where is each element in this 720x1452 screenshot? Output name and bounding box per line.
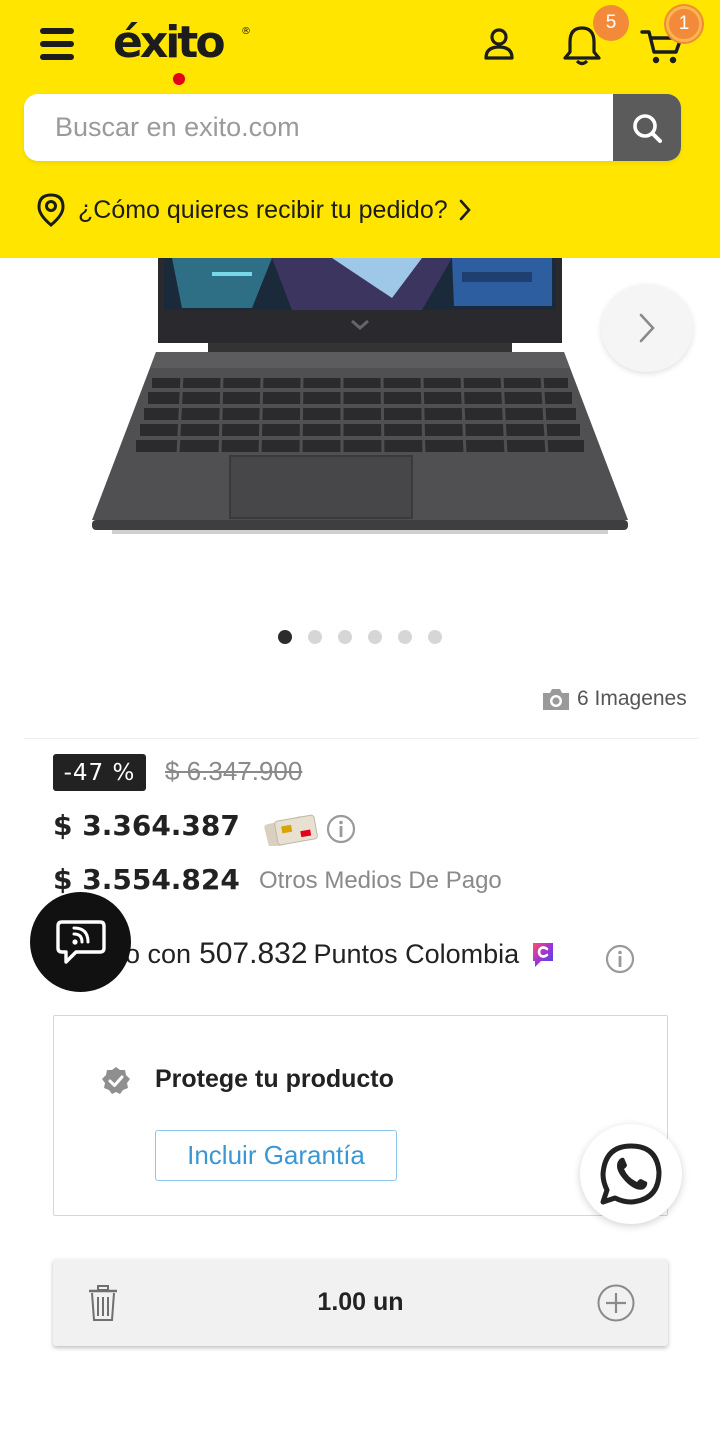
gallery-next-button[interactable] [601,284,693,372]
images-count[interactable]: 6 Imagenes [541,686,687,712]
top-header: éxito ® 5 1 ¿Cómo quieres recibir tu ped… [0,0,720,258]
exito-logo[interactable]: éxito ® [113,12,253,85]
search-bar [24,94,681,161]
section-divider [24,738,698,739]
location-pin-icon [37,193,65,227]
gallery-dot[interactable] [308,630,322,644]
delivery-method-selector[interactable]: ¿Cómo quieres recibir tu pedido? [36,190,472,230]
card-price-info-icon[interactable] [325,813,357,845]
search-icon [633,113,662,143]
discount-badge: -47 % [53,754,146,791]
quantity-stepper: 1.00 un [53,1259,668,1346]
whatsapp-icon [600,1143,662,1205]
search-input[interactable] [24,94,613,161]
user-account-icon[interactable] [481,26,517,62]
points-colombia-price: o con 507.832 Puntos Colombia [125,937,557,971]
warranty-title: Protege tu producto [155,1065,394,1093]
gallery-dot[interactable] [428,630,442,644]
puntos-colombia-logo-icon [533,943,554,967]
chat-support-icon [55,920,106,964]
gallery-dot[interactable] [278,630,292,644]
chevron-right-icon [459,199,471,221]
other-payment-label: Otros Medios De Pago [259,867,502,894]
product-image[interactable] [92,258,628,548]
exito-cards-icon [264,814,318,846]
search-button[interactable] [613,94,681,161]
verified-badge-icon [102,1067,130,1094]
hamburger-menu-icon[interactable] [40,28,76,62]
include-warranty-button[interactable]: Incluir Garantía [155,1130,397,1181]
logo-registered-mark: ® [241,26,251,37]
points-value: 507.832 [199,937,308,970]
points-brand: Puntos Colombia [313,938,520,969]
images-count-label: 6 Imagenes [577,687,687,710]
gallery-dot[interactable] [368,630,382,644]
gallery-dot[interactable] [398,630,412,644]
delivery-label: ¿Cómo quieres recibir tu pedido? [78,195,448,224]
logo-text: éxito [113,17,226,68]
logo-dot [173,73,185,85]
chevron-right-icon [639,313,655,343]
trash-icon[interactable] [87,1284,119,1322]
points-info-icon[interactable] [604,943,636,975]
whatsapp-button[interactable] [580,1124,682,1224]
old-price: $ 6.347.900 [165,756,303,786]
quantity-value: 1.00 un [317,1288,404,1316]
cart-badge: 1 [666,6,702,42]
camera-icon [543,689,569,710]
gallery-dot[interactable] [338,630,352,644]
increase-quantity-icon[interactable] [596,1283,636,1323]
product-gallery [0,258,720,678]
points-prefix: o con [125,938,192,969]
notifications-badge: 5 [593,5,629,41]
warranty-box: Protege tu producto Incluir Garantía [53,1015,668,1216]
gallery-pagination [278,630,442,644]
card-price: $ 3.364.387 [53,809,240,842]
chat-support-button[interactable] [30,892,131,992]
